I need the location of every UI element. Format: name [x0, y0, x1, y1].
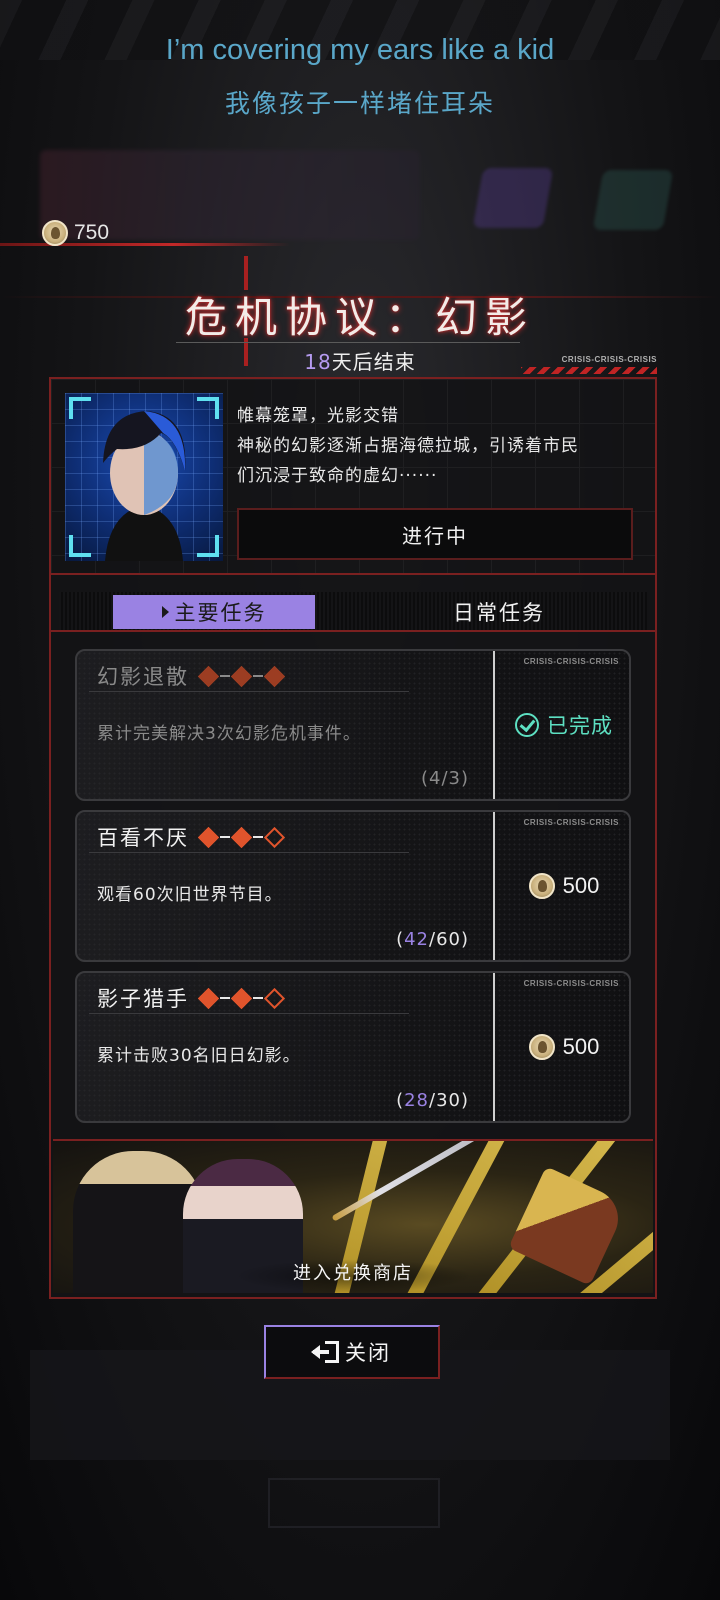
task-progress: (28/30): [396, 1090, 469, 1111]
task-progress: (42/60): [396, 929, 469, 950]
shop-label: 进入兑换商店: [293, 1263, 413, 1284]
days-left: 18: [304, 350, 332, 374]
coin-icon: [42, 220, 68, 246]
background-close-blur: [268, 1478, 440, 1528]
hazard-stripes: [521, 367, 657, 374]
caret-right-icon: [161, 606, 169, 618]
close-button[interactable]: 关闭: [264, 1325, 440, 1379]
diamond-icon: [197, 987, 220, 1009]
task-description: 累计击败30名旧日幻影。: [97, 1046, 301, 1066]
task-reward: 500: [495, 812, 629, 960]
task-card[interactable]: CRISIS-CRISIS-CRISIS 百看不厌 观看60次旧世界节目。 (4…: [75, 810, 631, 962]
diamond-outline-icon: [263, 826, 286, 848]
ends-suffix: 天后结束: [331, 350, 416, 374]
diamond-icon: [230, 987, 253, 1009]
task-tabs: 主要任务 日常任务: [59, 592, 647, 632]
event-title: 危机协议：幻影: [184, 293, 535, 342]
task-card[interactable]: CRISIS-CRISIS-CRISIS 影子猎手 累计击败30名旧日幻影。 (…: [75, 971, 631, 1123]
diamond-icon: [230, 665, 253, 687]
task-reward: 500: [495, 973, 629, 1121]
crisis-tag: CRISIS-CRISIS-CRISIS: [561, 355, 657, 364]
difficulty-diamonds: [197, 987, 286, 1009]
background-megaphone-icon: [592, 170, 674, 230]
subtitle-english: I’m covering my ears like a kid: [165, 34, 555, 66]
phantom-portrait: [65, 393, 223, 561]
difficulty-diamonds: [197, 826, 286, 848]
currency-amount: 750: [74, 221, 110, 244]
task-name: 影子猎手: [97, 983, 286, 1013]
coin-icon: [528, 1034, 555, 1060]
panel-divider: [51, 630, 655, 632]
task-name: 百看不厌: [97, 822, 286, 852]
background-mail-icon: [472, 168, 554, 228]
check-circle-icon: [515, 713, 539, 737]
title-divider: [176, 342, 520, 343]
task-completed-status: 已完成: [495, 651, 629, 799]
difficulty-diamonds: [197, 665, 286, 687]
diamond-icon: [230, 826, 253, 848]
tab-main-tasks[interactable]: 主要任务: [113, 595, 315, 629]
task-name: 幻影退散: [97, 661, 286, 691]
diamond-icon: [197, 665, 220, 687]
tab-daily-tasks[interactable]: 日常任务: [389, 595, 609, 629]
task-card[interactable]: CRISIS-CRISIS-CRISIS 幻影退散 累计完美解决3次幻影危机事件…: [75, 649, 631, 801]
event-status-button[interactable]: 进行中: [237, 508, 633, 560]
task-description: 累计完美解决3次幻影危机事件。: [97, 724, 361, 744]
task-description: 观看60次旧世界节目。: [97, 885, 283, 905]
coin-icon: [528, 873, 555, 899]
diamond-icon: [197, 826, 220, 848]
task-progress: (4/3): [420, 768, 469, 789]
exit-icon: [311, 1341, 339, 1363]
diamond-icon: [263, 665, 286, 687]
event-panel: 帷幕笼罩，光影交错 神秘的幻影逐渐占据海德拉城，引诱着市民 们沉浸于致命的虚幻·…: [49, 377, 657, 1299]
diamond-outline-icon: [263, 987, 286, 1009]
subtitle-chinese: 我像孩子一样堵住耳朵: [224, 89, 495, 118]
panel-divider: [51, 573, 655, 575]
exchange-shop-banner[interactable]: 进入兑换商店: [53, 1139, 653, 1293]
event-description: 帷幕笼罩，光影交错 神秘的幻影逐渐占据海德拉城，引诱着市民 们沉浸于致命的虚幻·…: [237, 406, 579, 486]
currency-display: 750: [42, 220, 109, 246]
